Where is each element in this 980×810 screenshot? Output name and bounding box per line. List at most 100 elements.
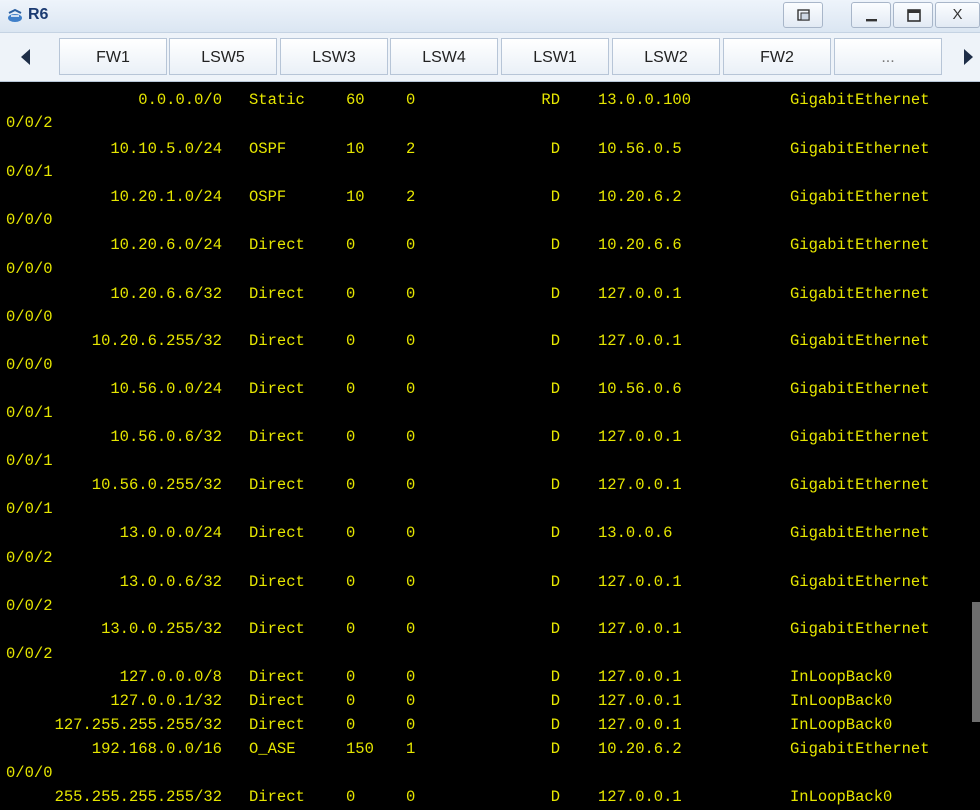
route-protocol: Direct — [249, 524, 305, 542]
route-destination: 127.0.0.1/32 — [110, 692, 222, 710]
scrollbar-thumb[interactable] — [972, 602, 980, 722]
route-interface-continuation: 0/0/1 — [0, 404, 980, 428]
route-nexthop: 10.20.6.2 — [598, 188, 682, 206]
route-cost: 0 — [406, 332, 416, 350]
route-interface-number: 0/0/0 — [6, 764, 53, 782]
route-cost: 0 — [406, 524, 416, 542]
route-flags: D — [550, 788, 560, 806]
title-bar[interactable]: R6 X — [0, 0, 980, 33]
maximize-icon — [894, 9, 934, 33]
route-flags: D — [550, 620, 560, 638]
route-destination: 10.20.6.255/32 — [91, 332, 222, 350]
route-row: 192.168.0.0/16 O_ASE 150 1 D 10.20.6.2 Gigabit… — [0, 740, 980, 764]
route-destination: 127.255.255.255/32 — [54, 716, 222, 734]
route-cost: 0 — [406, 428, 416, 446]
close-button[interactable]: X — [935, 2, 980, 28]
route-row: 10.20.6.6/32 Direct 0 0 D 127.0.0.1 GigabitEth… — [0, 285, 980, 309]
route-row: 0.0.0.0/0 Static 60 0 RD 13.0.0.100 GigabitEth… — [0, 91, 980, 115]
chevron-left-icon[interactable] — [14, 43, 38, 71]
route-preference: 0 — [346, 476, 356, 494]
route-protocol: Direct — [249, 380, 305, 398]
route-nexthop: 127.0.0.1 — [598, 285, 682, 303]
device-tab-bar: FW1 LSW5 LSW3 LSW4 LSW1 LSW2 FW2 ... — [0, 33, 980, 82]
route-row: 255.255.255.255/32 Direct 0 0 D 127.0.0.1 InLo… — [0, 788, 980, 810]
tab-lsw3[interactable]: LSW3 — [280, 38, 388, 75]
route-destination: 192.168.0.0/16 — [91, 740, 222, 758]
route-flags: D — [550, 668, 560, 686]
tab-fw2[interactable]: FW2 — [723, 38, 831, 75]
route-nexthop: 127.0.0.1 — [598, 476, 682, 494]
tab-fw1[interactable]: FW1 — [59, 38, 167, 75]
route-flags: RD — [541, 91, 560, 109]
route-interface: GigabitEthernet — [790, 476, 930, 494]
route-interface-number: 0/0/0 — [6, 211, 53, 229]
route-cost: 0 — [406, 236, 416, 254]
route-interface: GigabitEthernet — [790, 140, 930, 158]
route-destination: 10.56.0.255/32 — [91, 476, 222, 494]
tab-lsw4[interactable]: LSW4 — [390, 38, 498, 75]
tab-lsw1[interactable]: LSW1 — [501, 38, 609, 75]
route-preference: 0 — [346, 620, 356, 638]
route-protocol: Direct — [249, 620, 305, 638]
route-row: 127.0.0.1/32 Direct 0 0 D 127.0.0.1 InLoopBack… — [0, 692, 980, 716]
route-preference: 150 — [346, 740, 374, 758]
minimize-icon — [852, 16, 892, 33]
route-nexthop: 127.0.0.1 — [598, 668, 682, 686]
route-protocol: O_ASE — [249, 740, 296, 758]
route-interface-continuation: 0/0/2 — [0, 549, 980, 573]
route-cost: 0 — [406, 380, 416, 398]
route-preference: 0 — [346, 524, 356, 542]
tab-lsw2[interactable]: LSW2 — [612, 38, 720, 75]
route-cost: 0 — [406, 91, 416, 109]
route-interface-continuation: 0/0/1 — [0, 163, 980, 187]
route-nexthop: 13.0.0.6 — [598, 524, 673, 542]
route-preference: 10 — [346, 140, 365, 158]
route-flags: D — [550, 236, 560, 254]
route-interface-continuation: 0/0/0 — [0, 211, 980, 235]
maximize-button[interactable] — [893, 2, 933, 28]
route-interface: InLoopBack0 — [790, 668, 893, 686]
route-destination: 10.56.0.0/24 — [110, 380, 222, 398]
route-row: 10.20.6.0/24 Direct 0 0 D 10.20.6.6 GigabitEth… — [0, 236, 980, 260]
route-interface-continuation: 0/0/0 — [0, 764, 980, 788]
route-interface: InLoopBack0 — [790, 692, 893, 710]
route-interface: InLoopBack0 — [790, 716, 893, 734]
route-preference: 0 — [346, 668, 356, 686]
minimize-button[interactable] — [851, 2, 891, 28]
route-nexthop: 13.0.0.100 — [598, 91, 692, 109]
route-nexthop: 10.56.0.6 — [598, 380, 682, 398]
route-protocol: Direct — [249, 332, 305, 350]
route-cost: 2 — [406, 140, 416, 158]
route-interface-continuation: 0/0/2 — [0, 114, 980, 138]
route-interface-number: 0/0/2 — [6, 597, 53, 615]
route-nexthop: 127.0.0.1 — [598, 788, 682, 806]
restore-icon — [784, 9, 824, 33]
route-row: 10.20.6.255/32 Direct 0 0 D 127.0.0.1 GigabitE… — [0, 332, 980, 356]
route-interface-number: 0/0/2 — [6, 549, 53, 567]
route-interface-number: 0/0/0 — [6, 356, 53, 374]
route-nexthop: 127.0.0.1 — [598, 620, 682, 638]
route-preference: 0 — [346, 380, 356, 398]
route-protocol: Direct — [249, 236, 305, 254]
tab-lsw5[interactable]: LSW5 — [169, 38, 277, 75]
route-protocol: Direct — [249, 573, 305, 591]
restore-button[interactable] — [783, 2, 823, 28]
route-interface-number: 0/0/0 — [6, 260, 53, 278]
route-protocol: Static — [249, 91, 305, 109]
tab-more[interactable]: ... — [834, 38, 942, 75]
route-interface-continuation: 0/0/1 — [0, 500, 980, 524]
route-protocol: OSPF — [249, 188, 287, 206]
route-destination: 255.255.255.255/32 — [54, 788, 222, 806]
chevron-right-icon[interactable] — [956, 43, 980, 71]
route-nexthop: 127.0.0.1 — [598, 573, 682, 591]
route-interface-number: 0/0/1 — [6, 404, 53, 422]
route-flags: D — [550, 428, 560, 446]
route-protocol: Direct — [249, 788, 305, 806]
route-interface-continuation: 0/0/2 — [0, 645, 980, 669]
route-row: 10.10.5.0/24 OSPF 10 2 D 10.56.0.5 GigabitEthe… — [0, 140, 980, 164]
route-interface: GigabitEthernet — [790, 332, 930, 350]
terminal-output[interactable]: 0.0.0.0/0 Static 60 0 RD 13.0.0.100 GigabitEth… — [0, 82, 980, 810]
route-cost: 0 — [406, 476, 416, 494]
route-flags: D — [550, 188, 560, 206]
route-row: 13.0.0.6/32 Direct 0 0 D 127.0.0.1 GigabitEthe… — [0, 573, 980, 597]
